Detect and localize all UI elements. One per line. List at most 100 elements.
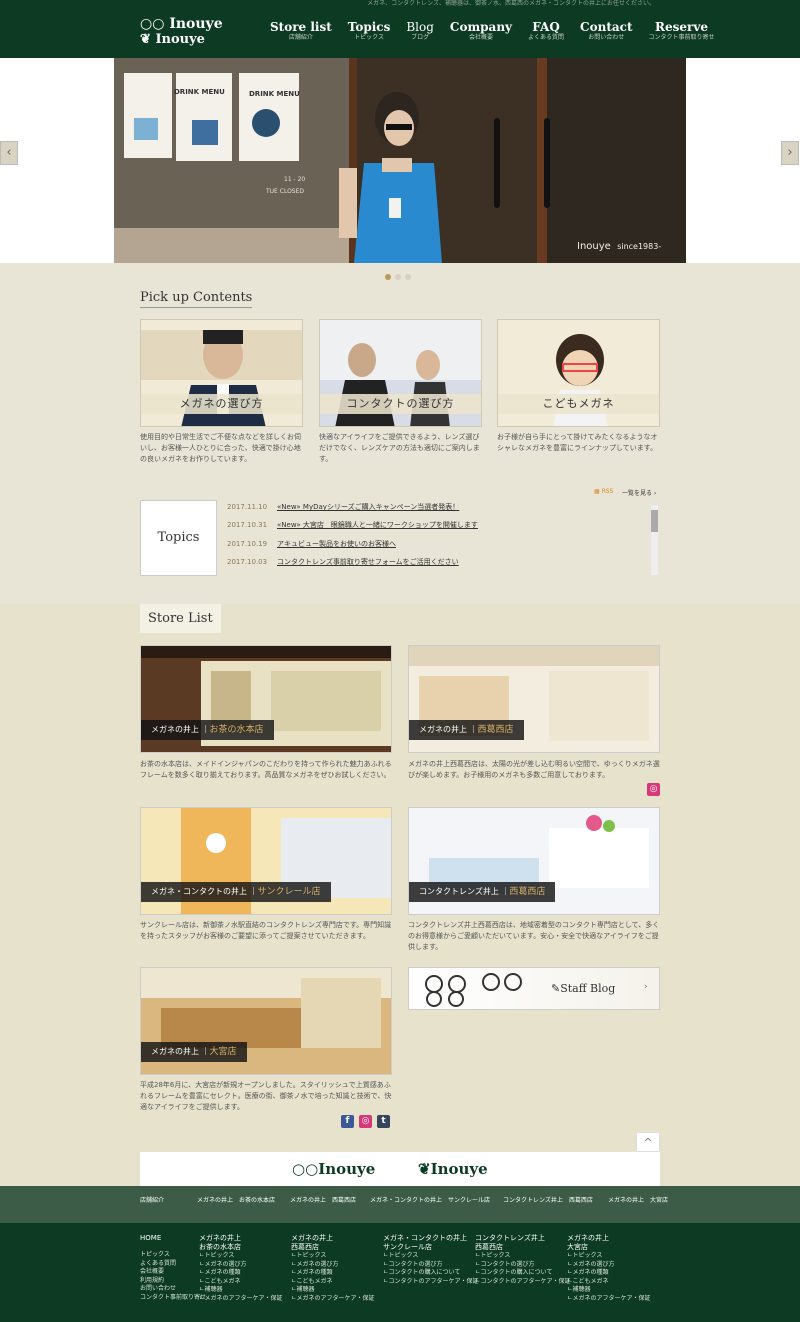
footer-link[interactable]: ㄴ補聴器: [567, 1286, 651, 1295]
footer-link[interactable]: トピックス: [140, 1251, 206, 1260]
news-title: コンタクトレンズ事前取り寄せフォームをご活用ください: [277, 558, 459, 566]
facebook-icon[interactable]: f: [341, 1115, 354, 1128]
nav-contact[interactable]: Contact お問い合わせ: [572, 20, 640, 42]
footer-col-subtitle[interactable]: 西葛西店: [475, 1243, 571, 1252]
slider-next-button[interactable]: ›: [781, 141, 799, 165]
footnav-link[interactable]: メガネの井上 西葛西店: [290, 1195, 356, 1204]
card-label: コンタクトの選び方: [320, 394, 481, 414]
hero-caption: Inouye since1983-: [577, 241, 662, 252]
footer-link[interactable]: 会社概要: [140, 1268, 206, 1277]
footer-link[interactable]: ㄴトピックス: [199, 1252, 283, 1261]
nav-store-list[interactable]: Store list 店舗紹介: [262, 20, 340, 42]
footer-link[interactable]: ㄴメガネの選び方: [567, 1261, 651, 1270]
footer-link[interactable]: ㄴメガネの選び方: [199, 1261, 283, 1270]
footnav-link[interactable]: コンタクトレンズ井上 西葛西店: [503, 1195, 593, 1204]
topics-scrollbar-thumb[interactable]: [651, 510, 658, 532]
footer-link[interactable]: ㄴコンタクトのアフターケア・保証: [475, 1278, 571, 1287]
footer-link[interactable]: ㄴトピックス: [291, 1252, 375, 1261]
slider-dot[interactable]: [395, 274, 401, 280]
footer-link[interactable]: ㄴメガネの種類: [199, 1269, 283, 1278]
site-logo[interactable]: ○○ Inouye ❦ Inouye: [140, 17, 240, 48]
footer-logo-contact[interactable]: ❦Inouye: [418, 1160, 488, 1178]
footer-col-nishikasai: メガネの井上 西葛西店 ㄴトピックス ㄴメガネの選び方 ㄴメガネの種類 ㄴこども…: [291, 1234, 375, 1303]
nav-topics[interactable]: Topics トピックス: [340, 20, 399, 42]
store-card-sanclair[interactable]: メガネ・コンタクトの井上 ｜サンクレール店: [140, 807, 392, 915]
footer-link[interactable]: ㄴこどもメガネ: [291, 1278, 375, 1287]
footer-link[interactable]: ㄴメガネの種類: [291, 1269, 375, 1278]
footer-col-subtitle[interactable]: サンクレール店: [383, 1243, 479, 1252]
store-text: メガネの井上西葛西店は、太陽の光が差し込む明るい空間で、ゆっくりメガネ選びが楽し…: [408, 760, 660, 779]
footer-col-subtitle[interactable]: 西葛西店: [291, 1243, 375, 1252]
store-card-ochanomizu[interactable]: メガネの井上 ｜お茶の水本店: [140, 645, 392, 753]
footnav-link[interactable]: メガネの井上 お茶の水本店: [197, 1195, 275, 1204]
footer-logo-glasses[interactable]: ○○Inouye: [292, 1160, 375, 1178]
footer-link[interactable]: ㄴトピックス: [383, 1252, 479, 1261]
store-card-omiya[interactable]: メガネの井上 ｜大宮店: [140, 967, 392, 1075]
slider-dot[interactable]: [385, 274, 391, 280]
hero-slider[interactable]: DRINK MENU DRINK MENU 11 - 20 TUE CLOSED…: [114, 58, 686, 263]
footer-link[interactable]: ㄴコンタクトの選び方: [475, 1261, 571, 1270]
store-card-nishikasai[interactable]: メガネの井上 ｜西葛西店: [408, 645, 660, 753]
nav-sublabel: お問い合わせ: [588, 34, 625, 41]
footer-link[interactable]: ㄴコンタクトのアフターケア・保証: [383, 1278, 479, 1287]
footer-link[interactable]: お問い合わせ: [140, 1285, 206, 1294]
footer-link[interactable]: ㄴメガネのアフターケア・保証: [199, 1295, 283, 1304]
pickup-card-kids[interactable]: こどもメガネ: [497, 319, 660, 427]
footer-col-title[interactable]: コンタクトレンズ井上: [475, 1234, 571, 1243]
chevron-right-icon: ›: [644, 982, 648, 992]
nav-blog[interactable]: Blog ブログ: [398, 20, 442, 42]
instagram-icon[interactable]: ◎: [647, 783, 660, 796]
pickup-card-glasses[interactable]: メガネの選び方: [140, 319, 303, 427]
rss-link[interactable]: ▦ RSS: [594, 488, 613, 495]
footnav-link[interactable]: メガネ・コンタクトの井上 サンクレール店: [370, 1195, 490, 1204]
footer-link[interactable]: ㄴメガネの種類: [567, 1269, 651, 1278]
footer-col-title[interactable]: メガネの井上: [199, 1234, 283, 1243]
footer-link[interactable]: ㄴこどもメガネ: [567, 1278, 651, 1287]
footer-link[interactable]: ㄴトピックス: [475, 1252, 571, 1261]
footer-link[interactable]: ㄴメガネのアフターケア・保証: [567, 1295, 651, 1304]
footer-link[interactable]: ㄴコンタクトの選び方: [383, 1261, 479, 1270]
store-card-contact-nishikasai[interactable]: コンタクトレンズ井上 ｜西葛西店: [408, 807, 660, 915]
footer-link[interactable]: 利用規約: [140, 1277, 206, 1286]
glasses-image: [425, 973, 522, 1007]
nav-faq[interactable]: FAQ よくある質問: [520, 20, 572, 42]
footer-link[interactable]: ㄴトピックス: [567, 1252, 651, 1261]
instagram-icon[interactable]: ◎: [359, 1115, 372, 1128]
footer-link[interactable]: ㄴコンタクトの購入について: [383, 1269, 479, 1278]
footer-col-title[interactable]: メガネの井上: [567, 1234, 651, 1243]
topics-more-link[interactable]: 一覧を見る ›: [622, 488, 656, 497]
footer-link[interactable]: ㄴ補聴器: [199, 1286, 283, 1295]
footer-col-subtitle[interactable]: 大宮店: [567, 1243, 651, 1252]
nav-company[interactable]: Company 会社概要: [442, 20, 520, 42]
news-item[interactable]: 2017.10.19 アキュビュー製品をお使いのお客様へ: [227, 539, 396, 549]
footer-col-title[interactable]: メガネ・コンタクトの井上: [383, 1234, 479, 1243]
staff-blog-banner[interactable]: ✎Staff Blog ›: [408, 967, 660, 1010]
news-item[interactable]: 2017.10.03 コンタクトレンズ事前取り寄せフォームをご活用ください: [227, 557, 459, 567]
news-item[interactable]: 2017.11.10 «New» MyDayシリーズご購入キャンペーン当選者発表！: [227, 502, 459, 512]
footer-link[interactable]: ㄴコンタクトの購入について: [475, 1269, 571, 1278]
footer-link[interactable]: よくある質問: [140, 1260, 206, 1269]
footer-link[interactable]: ㄴメガネの選び方: [291, 1261, 375, 1270]
store-list-title: Store List: [140, 604, 221, 633]
slider-prev-button[interactable]: ‹: [0, 141, 18, 165]
nav-reserve[interactable]: Reserve コンタクト事前取り寄せ: [641, 20, 723, 42]
logo-line-2: ❦ Inouye: [140, 32, 205, 47]
store-label: メガネの井上 ｜お茶の水本店: [141, 720, 274, 740]
footnav-link[interactable]: メガネの井上 大宮店: [608, 1195, 668, 1204]
footer-link[interactable]: コンタクト事前取り寄せ: [140, 1294, 206, 1303]
footer-link[interactable]: ㄴメガネのアフターケア・保証: [291, 1295, 375, 1304]
footer-link[interactable]: ㄴこどもメガネ: [199, 1278, 283, 1287]
card-label: メガネの選び方: [141, 394, 302, 414]
nav-label: Company: [449, 20, 513, 34]
store-text: コンタクトレンズ井上西葛西店は、地域密着型のコンタクト専門店として、多くのお得意…: [408, 921, 660, 951]
tumblr-icon[interactable]: t: [377, 1115, 390, 1128]
slider-dot[interactable]: [405, 274, 411, 280]
page-top-button[interactable]: ^: [636, 1132, 660, 1152]
pickup-card-contact[interactable]: コンタクトの選び方: [319, 319, 482, 427]
news-date: 2017.11.10: [227, 503, 268, 511]
footer-col-title[interactable]: メガネの井上: [291, 1234, 375, 1243]
footer-link[interactable]: ㄴ補聴器: [291, 1286, 375, 1295]
news-item[interactable]: 2017.10.31 «New» 大宮店 眼鏡職人と一緒にワークショップを開催しま…: [227, 520, 478, 530]
footer-home-link[interactable]: HOME: [140, 1234, 206, 1243]
footer-col-subtitle[interactable]: お茶の水本店: [199, 1243, 283, 1252]
